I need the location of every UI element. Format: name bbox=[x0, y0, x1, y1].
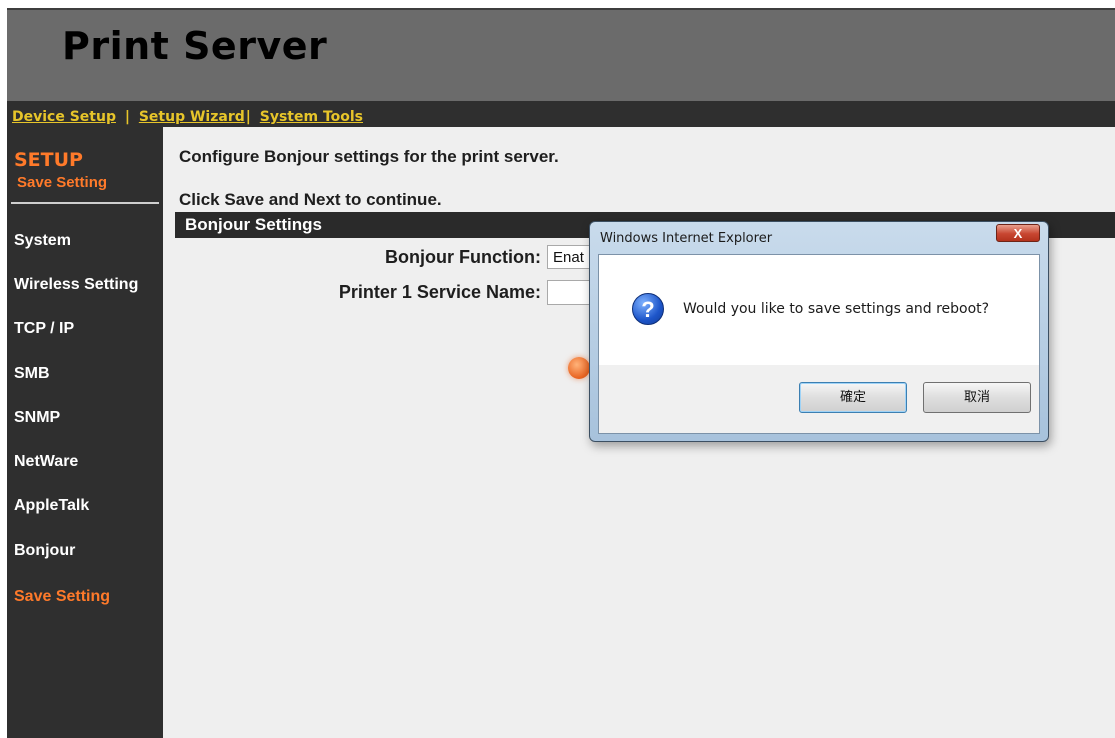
section-title: Bonjour Settings bbox=[185, 215, 322, 234]
page-header: Print Server bbox=[7, 8, 1115, 103]
nav-separator: | bbox=[245, 109, 251, 125]
nav-device-setup[interactable]: Device Setup bbox=[12, 109, 116, 125]
bonjour-function-label: Bonjour Function: bbox=[385, 247, 541, 267]
dialog-close-button[interactable]: X bbox=[996, 224, 1040, 242]
dialog-titlebar[interactable]: Windows Internet Explorer X bbox=[590, 222, 1048, 252]
sidebar-item-save-setting[interactable]: Save Setting bbox=[14, 588, 110, 606]
intro-text: Configure Bonjour settings for the print… bbox=[179, 147, 559, 166]
print-server-page: Print Server Device Setup | Setup Wizard… bbox=[0, 0, 1115, 738]
instruction-text: Click Save and Next to continue. bbox=[179, 190, 442, 209]
service-name-label: Printer 1 Service Name: bbox=[338, 282, 541, 302]
cancel-button[interactable]: 取消 bbox=[923, 382, 1031, 413]
top-navbar: Device Setup | Setup Wizard| System Tool… bbox=[7, 101, 1115, 127]
sidebar-item-snmp[interactable]: SNMP bbox=[14, 409, 60, 427]
sidebar-divider bbox=[11, 202, 159, 204]
question-icon: ? bbox=[632, 293, 664, 325]
sidebar-item-appletalk[interactable]: AppleTalk bbox=[14, 497, 89, 515]
dialog-message: Would you like to save settings and rebo… bbox=[683, 301, 990, 317]
dialog-body: ? Would you like to save settings and re… bbox=[598, 254, 1040, 434]
dialog-title: Windows Internet Explorer bbox=[600, 231, 773, 246]
window-left-edge bbox=[0, 0, 7, 738]
nav-separator: | bbox=[124, 109, 130, 125]
save-next-button[interactable] bbox=[568, 357, 590, 379]
sidebar-item-system[interactable]: System bbox=[14, 232, 71, 250]
confirm-dialog: Windows Internet Explorer X ? Would you … bbox=[589, 221, 1049, 442]
sidebar-title: SETUP bbox=[14, 149, 83, 171]
sidebar-item-smb[interactable]: SMB bbox=[14, 365, 50, 383]
nav-setup-wizard[interactable]: Setup Wizard bbox=[139, 109, 245, 125]
sidebar-subtitle: Save Setting bbox=[17, 174, 108, 191]
ok-button[interactable]: 確定 bbox=[799, 382, 907, 413]
nav-links: Device Setup | Setup Wizard| System Tool… bbox=[12, 109, 363, 125]
nav-system-tools[interactable]: System Tools bbox=[260, 109, 363, 125]
sidebar-item-bonjour[interactable]: Bonjour bbox=[14, 542, 75, 560]
sidebar-item-netware[interactable]: NetWare bbox=[14, 453, 78, 471]
page-title: Print Server bbox=[62, 24, 328, 68]
dialog-message-area: ? Would you like to save settings and re… bbox=[599, 255, 1039, 365]
sidebar-item-tcp-ip[interactable]: TCP / IP bbox=[14, 320, 74, 338]
sidebar-item-wireless-setting[interactable]: Wireless Setting bbox=[14, 276, 138, 294]
sidebar: SETUP Save Setting System Wireless Setti… bbox=[7, 127, 163, 738]
